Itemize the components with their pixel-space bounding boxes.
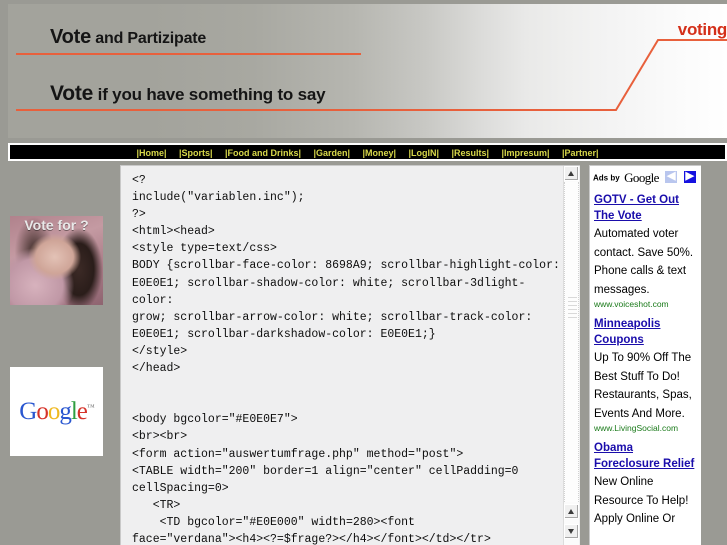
ad-display-url[interactable]: www.voiceshot.com: [594, 298, 697, 311]
google-logo: Google™: [10, 399, 103, 424]
ad-description: New Online Resource To Help! Apply Onlin…: [594, 476, 689, 525]
google-logo-letter-o2: o: [47, 398, 60, 425]
scrollbar-grip-icon: [568, 297, 577, 319]
ad-title-link[interactable]: Minneapolis Coupons: [594, 317, 697, 348]
vote-for-image[interactable]: Vote for ?: [10, 216, 103, 305]
ad-item: Obama Foreclosure Relief New Online Reso…: [590, 441, 701, 528]
navigation-bar: |Home| |Sports| |Food and Drinks| |Garde…: [10, 145, 725, 159]
ad-description: Up To 90% Off The Best Stuff To Do! Rest…: [594, 352, 692, 420]
triangle-up-icon: [568, 171, 574, 176]
banner-rule-short: [16, 53, 361, 55]
nav-item-food-and-drinks[interactable]: |Food and Drinks|: [225, 148, 301, 158]
banner-headline-2-strong: Vote: [50, 82, 94, 105]
vote-for-caption: Vote for ?: [24, 217, 89, 233]
triangle-down-icon: [568, 529, 574, 534]
nav-item-results[interactable]: |Results|: [451, 148, 489, 158]
nav-item-impresum[interactable]: |Impresum|: [501, 148, 549, 158]
banner-headline-2-rest: if you have something to say: [93, 85, 326, 104]
scroll-down-arrow-icon[interactable]: [564, 524, 579, 539]
ad-description: Automated voter contact. Save 50%. Phone…: [594, 228, 694, 296]
code-content-panel: <? include("variablen.inc"); ?> <html><h…: [120, 165, 580, 545]
site-banner: Vote and Partizipate Vote if you have so…: [8, 4, 727, 138]
nav-item-login[interactable]: |LogIN|: [408, 148, 439, 158]
scroll-up-arrow-bottom-icon[interactable]: [564, 504, 579, 519]
banner-headline-1-rest: and Partizipate: [91, 30, 207, 47]
banner-rule-long: [16, 109, 616, 111]
ads-next-arrow-icon[interactable]: ▶: [683, 169, 696, 183]
ad-item: Minneapolis Coupons Up To 90% Off The Be…: [590, 317, 701, 435]
google-logo-trademark: ™: [86, 402, 95, 412]
ads-google-wordmark: Google: [624, 169, 659, 185]
banner-headline-1: Vote and Partizipate: [50, 26, 206, 49]
chevron-left-icon: ◀: [667, 169, 676, 182]
ads-by-label: Ads by: [593, 173, 620, 183]
banner-headline-1-strong: Vote: [50, 26, 92, 48]
triangle-up-icon-2: [568, 509, 574, 514]
nav-item-home[interactable]: |Home|: [136, 148, 166, 158]
nav-item-sports[interactable]: |Sports|: [179, 148, 213, 158]
nav-item-partner[interactable]: |Partner|: [562, 148, 599, 158]
left-sidebar: Vote for ? Google™: [0, 165, 120, 545]
source-code-text: <? include("variablen.inc"); ?> <html><h…: [132, 174, 560, 545]
google-logo-letter-g2: g: [59, 398, 71, 425]
scroll-up-arrow-icon[interactable]: [564, 166, 579, 181]
ad-title-link[interactable]: Obama Foreclosure Relief: [594, 441, 697, 472]
scrollbar-thumb[interactable]: [564, 182, 579, 502]
ads-prev-arrow-icon[interactable]: ◀: [665, 169, 678, 183]
ads-panel-header: Ads by Google ◀ ▶: [590, 166, 701, 187]
google-logo-letter-g1: G: [19, 398, 37, 425]
code-panel-scrollbar[interactable]: [563, 166, 579, 545]
brand-wordmark: voting: [677, 20, 727, 39]
chevron-right-icon: ▶: [685, 169, 694, 182]
google-ads-panel: Ads by Google ◀ ▶ GOTV - Get Out The Vot…: [589, 165, 701, 545]
ad-title-link[interactable]: GOTV - Get Out The Vote: [594, 193, 697, 224]
ad-item: GOTV - Get Out The Vote Automated voter …: [590, 193, 701, 311]
google-logo-letter-e: e: [76, 398, 88, 425]
google-logo-letter-o1: o: [36, 398, 48, 425]
page-root: Vote and Partizipate Vote if you have so…: [0, 0, 727, 545]
navigation-bar-frame: |Home| |Sports| |Food and Drinks| |Garde…: [8, 143, 727, 161]
google-logo-box[interactable]: Google™: [10, 367, 103, 456]
ad-display-url[interactable]: www.LivingSocial.com: [594, 422, 697, 435]
banner-headline-2: Vote if you have something to say: [50, 82, 326, 106]
nav-item-money[interactable]: |Money|: [362, 148, 396, 158]
nav-item-garden[interactable]: |Garden|: [313, 148, 350, 158]
